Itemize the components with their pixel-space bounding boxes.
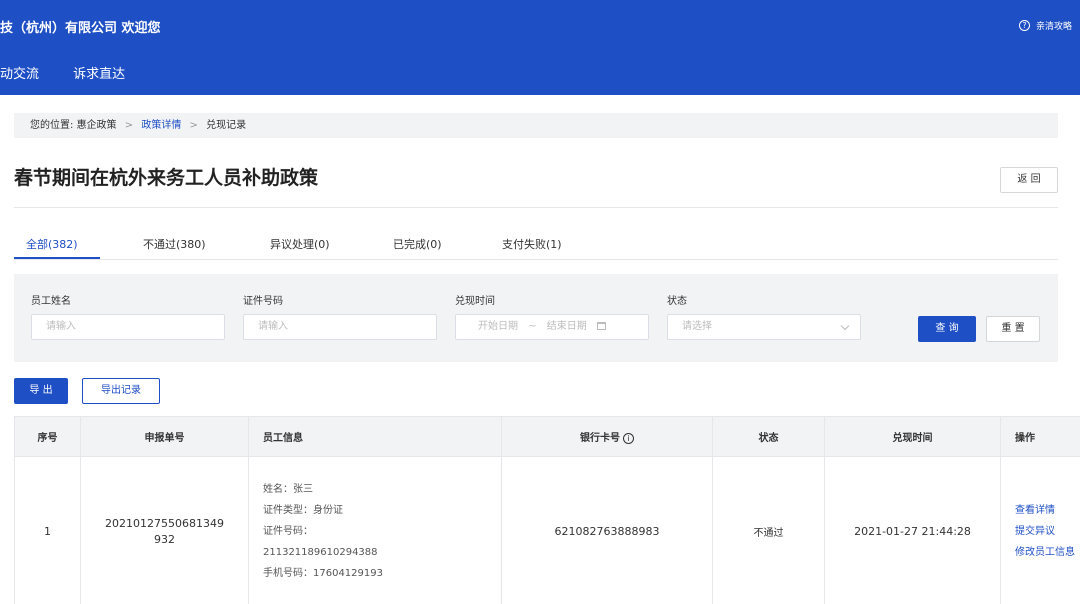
nav-item-appeal[interactable]: 诉求直达 (73, 63, 125, 82)
date-range-separator: ~ (528, 321, 537, 332)
breadcrumb-item-current: 兑现记录 (206, 120, 247, 131)
nav-item-communication[interactable]: 动交流 (0, 63, 39, 82)
view-details-link[interactable]: 查看详情 (1015, 500, 1080, 521)
breadcrumb-separator: > (124, 120, 134, 131)
column-header-actions: 操作 (1000, 416, 1080, 457)
start-date-placeholder: 开始日期 (478, 321, 518, 332)
id-number-label: 证件号码 (243, 296, 283, 307)
employee-name-label: 员工姓名 (31, 296, 71, 307)
employee-id-number: 211321189610294388 (263, 547, 378, 558)
date-range-picker[interactable]: 开始日期 ~ 结束日期 (455, 314, 649, 340)
cell-bank-card: 621082763888983 (501, 456, 713, 604)
cell-time: 2021-01-27 21:44:28 (824, 456, 1001, 604)
column-header-status: 状态 (712, 416, 825, 457)
main-nav: 动交流 诉求直达 (0, 63, 155, 82)
tab-payment-failed[interactable]: 支付失败(1) (502, 236, 562, 252)
employee-name-input[interactable]: 请输入 (31, 314, 225, 340)
breadcrumb-item-policy-detail[interactable]: 政策详情 (141, 120, 181, 131)
cell-status: 不通过 (712, 456, 825, 604)
welcome-text: 技（杭州）有限公司 欢迎您 (0, 21, 161, 36)
export-button[interactable]: 导 出 (14, 378, 68, 404)
employee-name: 姓名：张三 (263, 484, 313, 495)
column-header-bank-card: 银行卡号 i (501, 416, 713, 457)
breadcrumb-prefix: 您的位置: (30, 120, 74, 131)
info-circle-icon[interactable]: i (623, 433, 634, 444)
edit-employee-link[interactable]: 修改员工信息 (1015, 542, 1080, 563)
status-label: 状态 (667, 296, 687, 307)
column-header-order-no: 申报单号 (80, 416, 249, 457)
employee-id-label: 证件号码： (263, 526, 313, 537)
employee-id-type: 证件类型：身份证 (263, 505, 343, 516)
status-tabs: 全部(382) 不通过(380) 异议处理(0) 已完成(0) 支付失败(1) (14, 228, 1058, 260)
end-date-placeholder: 结束日期 (546, 321, 587, 332)
filter-panel: 员工姓名 请输入 证件号码 请输入 兑现时间 开始日期 ~ 结束日期 状态 请选… (14, 274, 1058, 362)
help-label: 亲清攻略 (1035, 22, 1072, 32)
records-table: 序号 申报单号 员工信息 银行卡号 i 状态 兑现时间 操作 1 20210127… (14, 416, 1080, 604)
tab-dispute[interactable]: 异议处理(0) (270, 236, 330, 252)
tab-completed[interactable]: 已完成(0) (393, 236, 442, 252)
cell-actions: 查看详情 提交异议 修改员工信息 (1000, 456, 1080, 604)
title-divider (14, 207, 1058, 208)
breadcrumb-separator: > (189, 120, 198, 131)
chevron-down-icon (840, 321, 850, 331)
bank-card-header-label: 银行卡号 (580, 433, 620, 444)
breadcrumb: 您的位置: 惠企政策 > 政策详情 > 兑现记录 (14, 113, 1058, 138)
cell-order-no: 20210127550681349 932 (80, 456, 249, 604)
tab-rejected[interactable]: 不通过(380) (143, 236, 206, 252)
breadcrumb-item-policy[interactable]: 惠企政策 (77, 120, 117, 131)
calendar-icon (596, 322, 606, 330)
query-button[interactable]: 查 询 (918, 316, 976, 342)
active-tab-indicator (14, 257, 100, 259)
back-button[interactable]: 返 回 (1000, 167, 1058, 193)
status-select[interactable]: 请选择 (667, 314, 861, 340)
top-banner: 技（杭州）有限公司 欢迎您 ? 亲清攻略 动交流 诉求直达 (0, 0, 1080, 95)
reset-button[interactable]: 重 置 (986, 316, 1040, 342)
help-circle-icon: ? (1018, 20, 1030, 31)
employee-phone: 手机号码：17604129193 (263, 568, 383, 579)
help-link[interactable]: ? 亲清攻略 (1018, 19, 1072, 32)
export-records-button[interactable]: 导出记录 (82, 378, 160, 404)
submit-dispute-link[interactable]: 提交异议 (1015, 521, 1080, 542)
table-row: 1 20210127550681349 932 姓名：张三 证件类型：身份证 证… (14, 456, 1080, 604)
table-header-row: 序号 申报单号 员工信息 银行卡号 i 状态 兑现时间 操作 (14, 416, 1080, 457)
page-title: 春节期间在杭外来务工人员补助政策 (14, 167, 319, 189)
tab-all[interactable]: 全部(382) (26, 236, 78, 252)
cell-index: 1 (14, 456, 81, 604)
id-number-input[interactable]: 请输入 (243, 314, 437, 340)
column-header-index: 序号 (14, 416, 81, 457)
cell-employee-info: 姓名：张三 证件类型：身份证 证件号码： 211321189610294388 … (248, 456, 502, 604)
status-select-placeholder: 请选择 (682, 321, 712, 332)
redeem-time-label: 兑现时间 (455, 296, 495, 307)
column-header-time: 兑现时间 (824, 416, 1001, 457)
column-header-employee: 员工信息 (248, 416, 502, 457)
